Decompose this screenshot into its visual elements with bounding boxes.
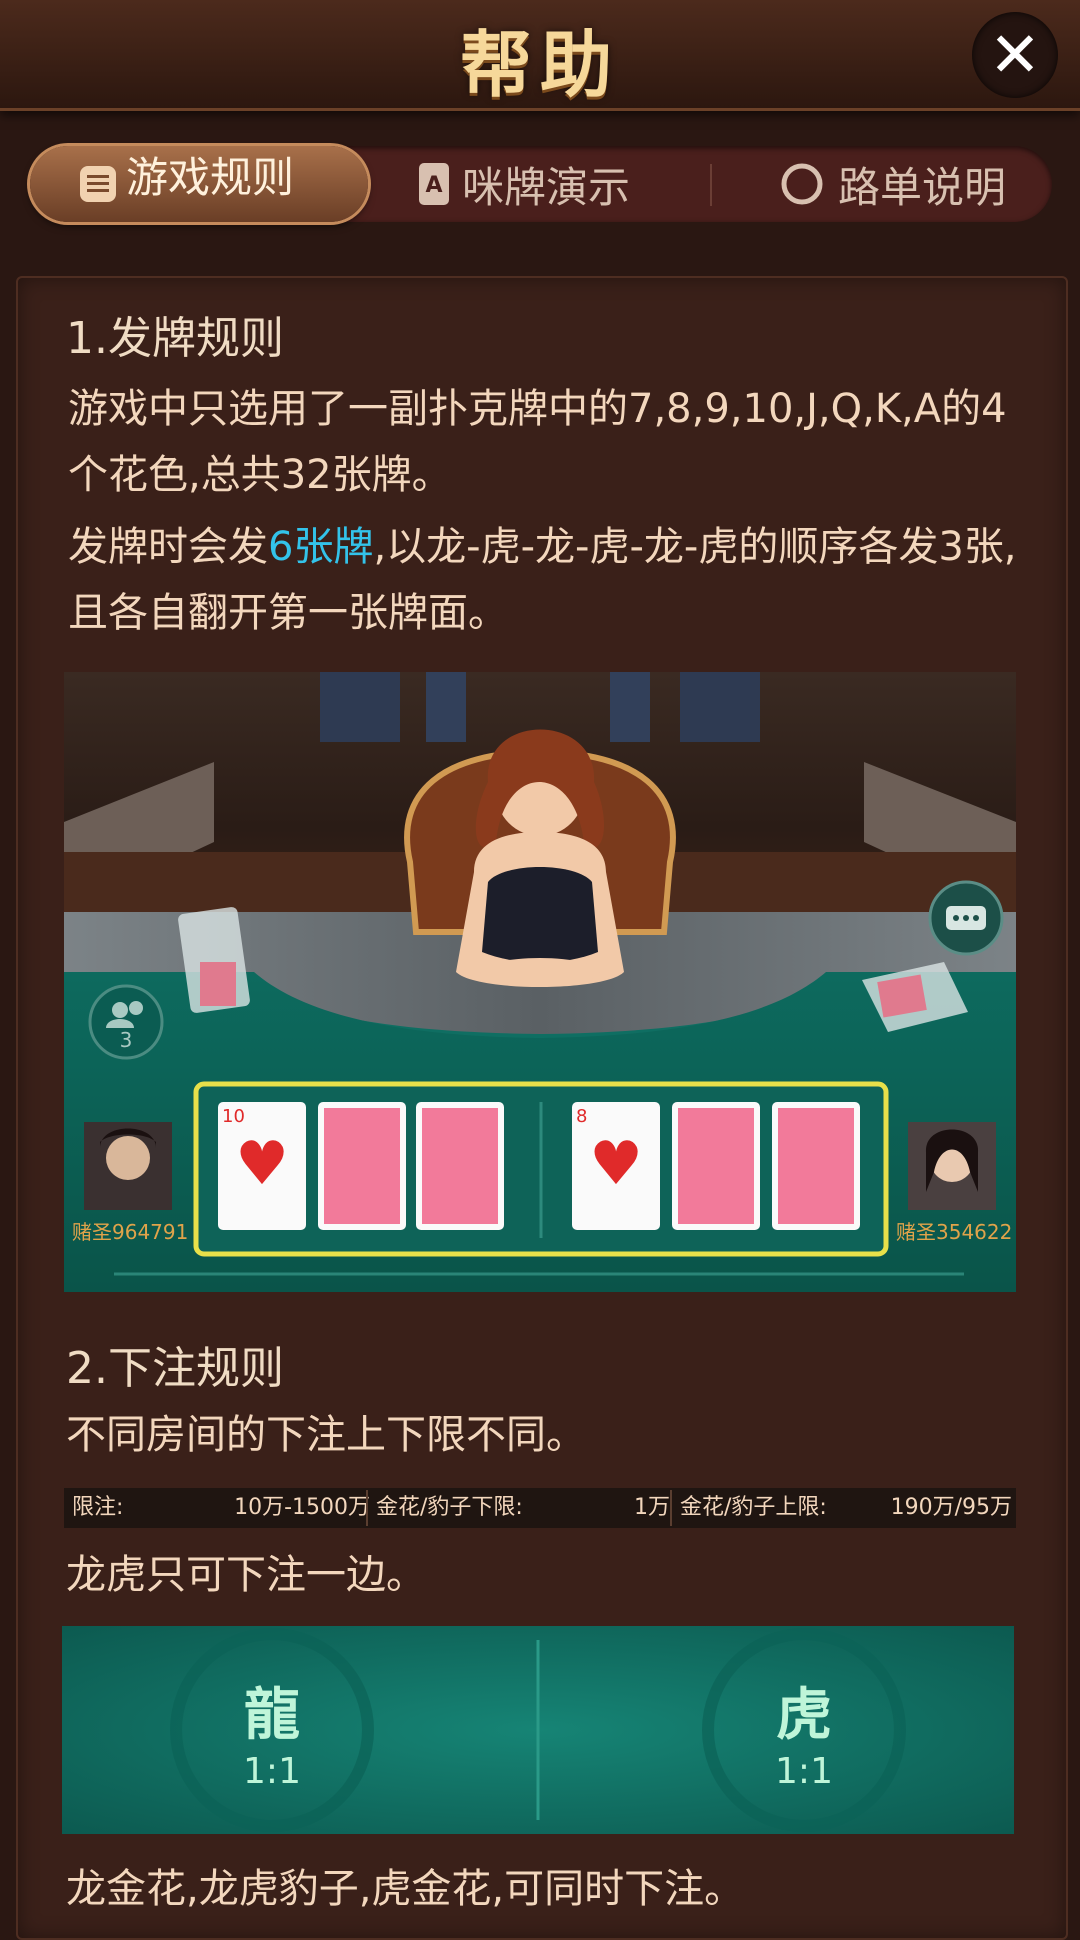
header-bar: 帮助 ✕ [0,0,1080,111]
card-icon: A [419,163,449,205]
limit-label: 限注: [72,1495,124,1520]
dragon-tiger-board: 龍 1:1 虎 1:1 [62,1626,1014,1834]
card-rank: 8 [576,1106,588,1127]
tab-label: 路单说明 [838,163,1007,212]
limit-label: 金花/豹子下限: [376,1495,523,1520]
limit-label: 金花/豹子上限: [680,1495,827,1520]
right-player-name: 赌圣354622 [896,1220,1013,1244]
limit-value: 10万-1500万 [234,1495,370,1520]
deal-rule-text: 游戏中只选用了一副扑克牌中的7,8,9,10,J,Q,K,A的4个花色,总共32… [68,386,1007,498]
one-side-bet-text: 龙虎只可下注一边。 [66,1552,426,1598]
tab-card-demo[interactable]: A 咪牌演示 [368,146,740,222]
simultaneous-bet-text: 龙金花,龙虎豹子,虎金花,可同时下注。 [66,1866,745,1912]
list-icon [80,166,116,202]
section-heading-deal: 1.发牌规则 [66,313,284,364]
tiger-odds: 1:1 [775,1751,833,1792]
dragon-odds: 1:1 [243,1751,301,1792]
tab-game-rules[interactable]: 游戏规则 [30,146,368,222]
page-title: 帮助 [459,23,620,107]
tab-roadmap[interactable]: 路单说明 [740,146,1052,222]
divider [670,1490,672,1526]
player-count: 3 [119,1028,133,1052]
divider [366,1490,368,1526]
svg-text:A: A [425,173,442,198]
limit-value: 1万 [634,1495,670,1520]
card-back [318,1102,406,1230]
card-back [416,1102,504,1230]
avatar[interactable] [84,1122,172,1210]
card-back [672,1102,760,1230]
dragon-bet-area[interactable]: 龍 1:1 [172,1670,372,1792]
close-button[interactable]: ✕ [972,12,1058,98]
dragon-label: 龍 [244,1683,300,1748]
tiger-bet-area[interactable]: 虎 1:1 [704,1670,904,1792]
card-back [772,1102,860,1230]
tab-label: 咪牌演示 [462,163,631,212]
tiger-label: 虎 [776,1683,832,1748]
circle-icon [781,163,823,205]
svg-text:♥: ♥ [235,1129,289,1199]
tab-divider [710,164,712,206]
svg-text:♥: ♥ [589,1129,643,1199]
deal-order-text: 发牌时会发6张牌,以龙-虎-龙-虎-龙-虎的顺序各发3张,且各自翻开第一张牌面。 [68,524,1017,636]
avatar[interactable] [908,1122,996,1210]
highlight-six-cards: 6张牌 [268,524,374,570]
card-rank: 10 [222,1106,245,1127]
left-player-name: 赌圣964791 [72,1220,189,1244]
tab-bar: 游戏规则 A 咪牌演示 路单说明 [30,146,1052,222]
limit-value: 190万/95万 [890,1495,1012,1520]
chat-icon[interactable] [928,880,1004,956]
tab-label: 游戏规则 [126,153,295,202]
table-scene: ♥ ♥ [64,672,1016,1292]
bet-limit-text: 不同房间的下注上下限不同。 [66,1412,586,1458]
game-table-illustration: ♥ ♥ 3 10 8 赌圣964791 赌圣354622 [64,672,1016,1292]
section-heading-betting: 2.下注规则 [66,1343,284,1394]
bet-limit-bar: 限注: 10万-1500万 金花/豹子下限: 1万 金花/豹子上限: 190万/… [64,1488,1016,1528]
